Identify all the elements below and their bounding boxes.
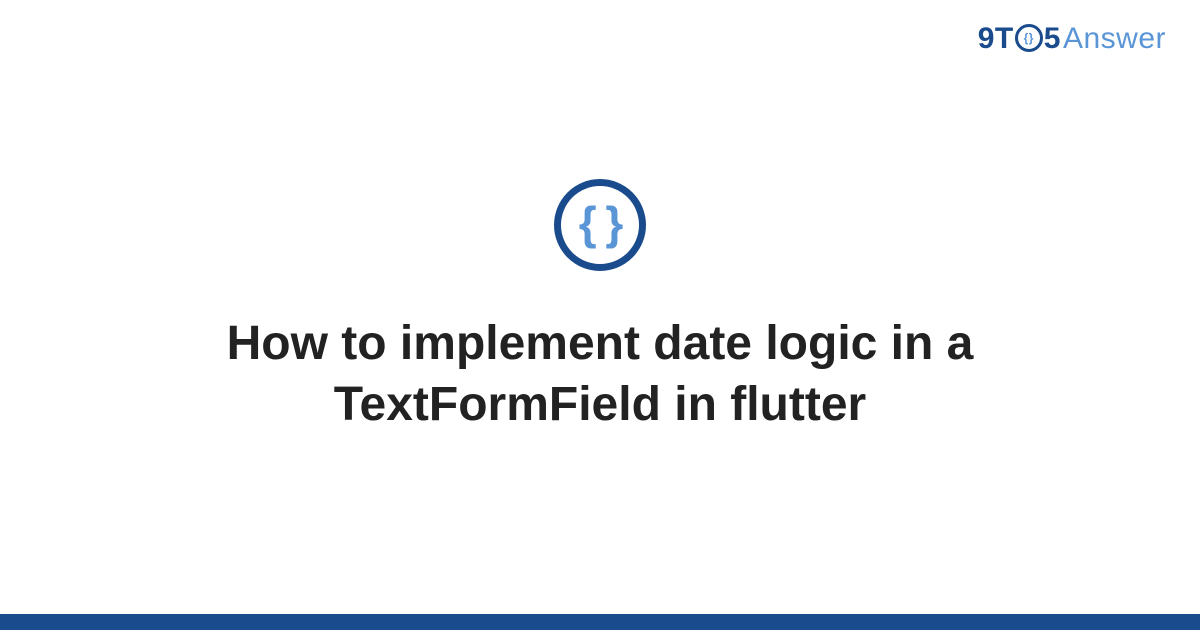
bottom-accent-bar [0,614,1200,630]
page-title: How to implement date logic in a TextFor… [110,313,1090,436]
main-content: { } How to implement date logic in a Tex… [0,0,1200,614]
braces-glyph: { } [579,200,622,246]
code-braces-icon: { } [554,179,646,271]
